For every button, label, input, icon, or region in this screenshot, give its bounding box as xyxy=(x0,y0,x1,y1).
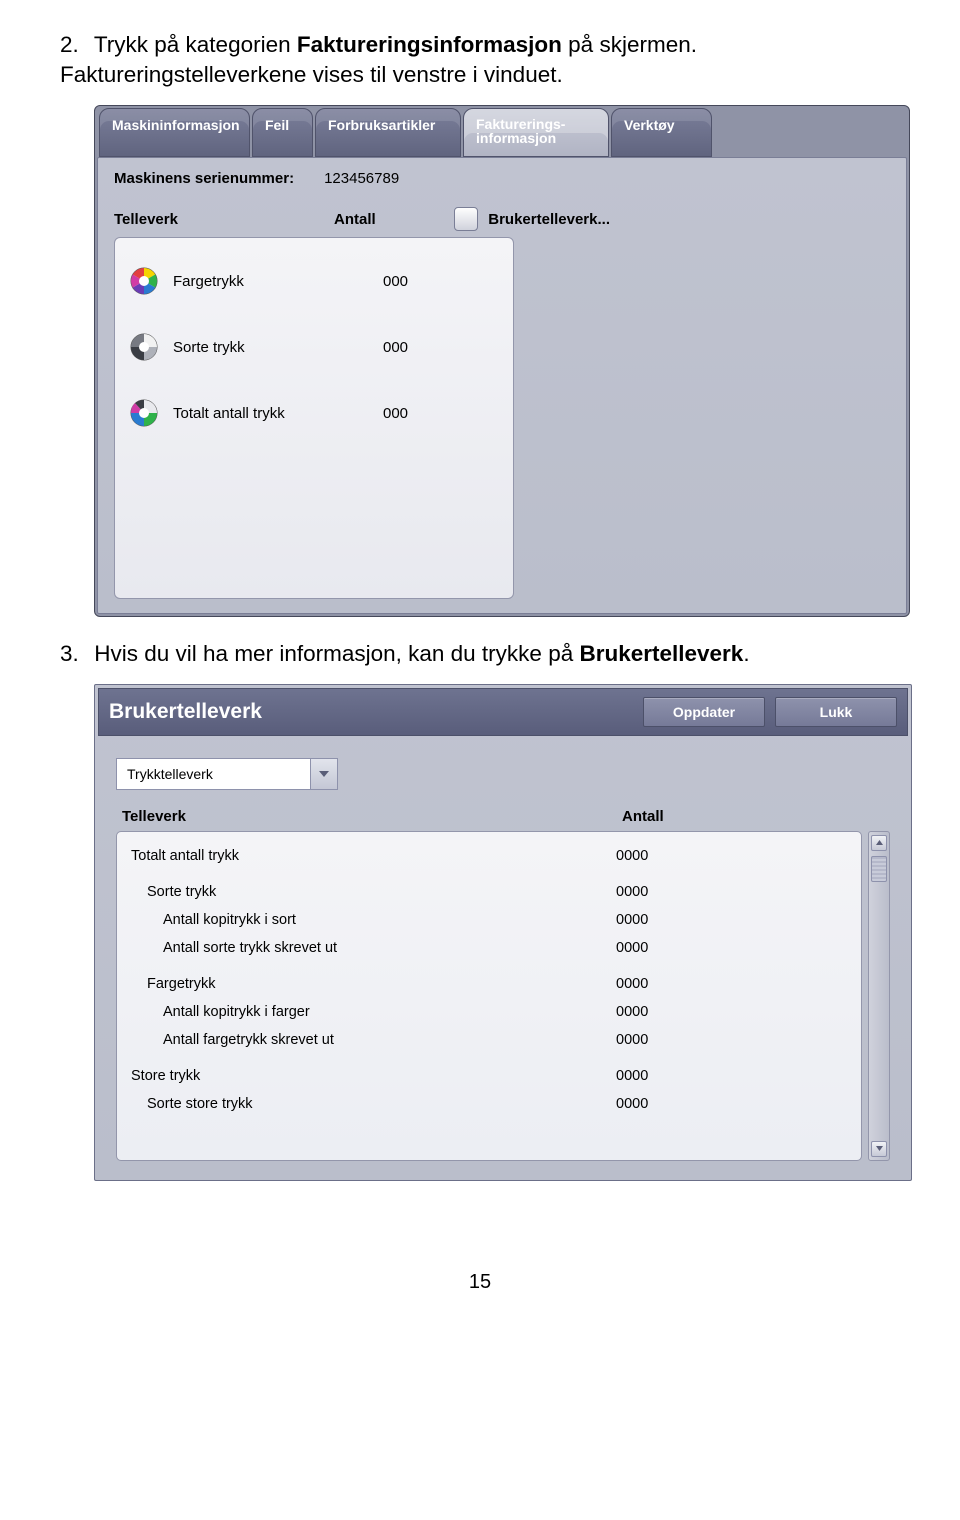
scrollbar[interactable] xyxy=(868,831,890,1161)
step3-text: 3. Hvis du vil ha mer informasjon, kan d… xyxy=(60,639,900,669)
col-telleverk: Telleverk xyxy=(114,211,334,228)
checkbox-icon xyxy=(454,207,478,231)
serial-label: Maskinens serienummer: xyxy=(114,170,294,187)
scroll-up-icon[interactable] xyxy=(871,835,887,851)
row-label: Antall kopitrykk i farger xyxy=(163,1004,616,1020)
list-item: Sorte trykk 000 xyxy=(129,314,499,380)
counter-label: Totalt antall trykk xyxy=(173,405,383,422)
tab-machine-info-label: Maskininformasjon xyxy=(112,117,240,133)
tab-supplies[interactable]: Forbruksartikler xyxy=(315,108,461,157)
step2-a: Trykk på kategorien xyxy=(94,32,297,57)
chevron-down-icon xyxy=(310,759,337,789)
tab-errors[interactable]: Feil xyxy=(252,108,313,157)
row-label: Antall kopitrykk i sort xyxy=(163,912,616,928)
table-row: Store trykk 0000 xyxy=(131,1062,847,1090)
table-row: Sorte store trykk 0000 xyxy=(131,1090,847,1118)
counters-header: Telleverk Antall Brukertelleverk... xyxy=(114,207,890,231)
row-value: 0000 xyxy=(616,912,696,928)
color-wheel-icon xyxy=(129,266,159,296)
counter-type-dropdown[interactable]: Trykktelleverk xyxy=(116,758,338,790)
row-value: 0000 xyxy=(616,940,696,956)
list-item: Totalt antall trykk 000 xyxy=(129,380,499,446)
scroll-track[interactable] xyxy=(872,854,886,1138)
tab-billing-info-label-a: Fakturerings- xyxy=(476,117,596,132)
dialog-title: Brukertelleverk xyxy=(109,700,262,724)
row-label: Sorte trykk xyxy=(147,884,616,900)
billing-info-panel: Maskininformasjon Feil Forbruksartikler … xyxy=(94,105,910,617)
col-telleverk: Telleverk xyxy=(122,808,622,825)
row-value: 0000 xyxy=(616,884,696,900)
table-row: Antall fargetrykk skrevet ut 0000 xyxy=(131,1026,847,1054)
row-label: Sorte store trykk xyxy=(147,1096,616,1112)
step2-num: 2. xyxy=(60,30,88,60)
row-label: Store trykk xyxy=(131,1068,616,1084)
bw-circle-icon xyxy=(129,332,159,362)
counter-value: 000 xyxy=(383,273,408,290)
row-label: Antall sorte trykk skrevet ut xyxy=(163,940,616,956)
table-row: Antall sorte trykk skrevet ut 0000 xyxy=(131,934,847,962)
row-value: 0000 xyxy=(616,976,696,992)
user-counters-label: Brukertelleverk... xyxy=(488,211,610,228)
scroll-down-icon[interactable] xyxy=(871,1141,887,1157)
counter-label: Fargetrykk xyxy=(173,273,383,290)
page-number: 15 xyxy=(60,1271,900,1294)
mixed-circle-icon xyxy=(129,398,159,428)
step3-bold: Brukertelleverk xyxy=(579,641,743,666)
row-value: 0000 xyxy=(616,1004,696,1020)
row-value: 0000 xyxy=(616,848,696,864)
row-label: Antall fargetrykk skrevet ut xyxy=(163,1032,616,1048)
tab-tools[interactable]: Verktøy xyxy=(611,108,712,157)
step2-bold: Faktureringsinformasjon xyxy=(297,32,562,57)
list-item: Fargetrykk 000 xyxy=(129,248,499,314)
row-value: 0000 xyxy=(616,1032,696,1048)
counter-value: 000 xyxy=(383,405,408,422)
step3-num: 3. xyxy=(60,639,88,669)
step2-text: 2. Trykk på kategorien Faktureringsinfor… xyxy=(60,30,900,91)
user-counters-dialog: Brukertelleverk Oppdater Lukk Trykktelle… xyxy=(94,684,912,1181)
scroll-thumb[interactable] xyxy=(871,856,887,882)
table-header: Telleverk Antall xyxy=(116,808,890,831)
update-button-label: Oppdater xyxy=(673,704,735,720)
tab-machine-info[interactable]: Maskininformasjon xyxy=(99,108,250,157)
counter-value: 000 xyxy=(383,339,408,356)
row-label: Fargetrykk xyxy=(147,976,616,992)
col-antall: Antall xyxy=(334,211,444,228)
counter-label: Sorte trykk xyxy=(173,339,383,356)
user-counters-button[interactable]: Brukertelleverk... xyxy=(454,207,610,231)
tab-errors-label: Feil xyxy=(265,117,289,133)
update-button[interactable]: Oppdater xyxy=(643,697,765,727)
table-row: Fargetrykk 0000 xyxy=(131,970,847,998)
row-label: Totalt antall trykk xyxy=(131,848,616,864)
close-button[interactable]: Lukk xyxy=(775,697,897,727)
tab-tools-label: Verktøy xyxy=(624,117,675,133)
dialog-body: Trykktelleverk Telleverk Antall Totalt a… xyxy=(98,736,908,1177)
counters-list: Fargetrykk 000 Sorte tr xyxy=(114,237,514,599)
table-row: Sorte trykk 0000 xyxy=(131,878,847,906)
step3-b: . xyxy=(743,641,749,666)
tab-bar: Maskininformasjon Feil Forbruksartikler … xyxy=(97,108,907,157)
table-row: Totalt antall trykk 0000 xyxy=(131,842,847,870)
close-button-label: Lukk xyxy=(820,704,853,720)
row-value: 0000 xyxy=(616,1096,696,1112)
row-value: 0000 xyxy=(616,1068,696,1084)
dropdown-selected: Trykktelleverk xyxy=(117,766,310,782)
step3-a: Hvis du vil ha mer informasjon, kan du t… xyxy=(94,641,579,666)
serial-value: 123456789 xyxy=(324,170,399,187)
tab-billing-info[interactable]: Fakturerings- informasjon xyxy=(463,108,609,157)
table-row: Antall kopitrykk i sort 0000 xyxy=(131,906,847,934)
col-antall: Antall xyxy=(622,808,742,825)
counters-table: Totalt antall trykk 0000 Sorte trykk 000… xyxy=(116,831,862,1161)
tab-supplies-label: Forbruksartikler xyxy=(328,117,435,133)
tab-billing-info-label-b: informasjon xyxy=(476,131,596,146)
dialog-titlebar: Brukertelleverk Oppdater Lukk xyxy=(98,688,908,736)
table-row: Antall kopitrykk i farger 0000 xyxy=(131,998,847,1026)
billing-content: Maskinens serienummer: 123456789 Telleve… xyxy=(97,157,907,614)
serial-row: Maskinens serienummer: 123456789 xyxy=(114,170,890,187)
